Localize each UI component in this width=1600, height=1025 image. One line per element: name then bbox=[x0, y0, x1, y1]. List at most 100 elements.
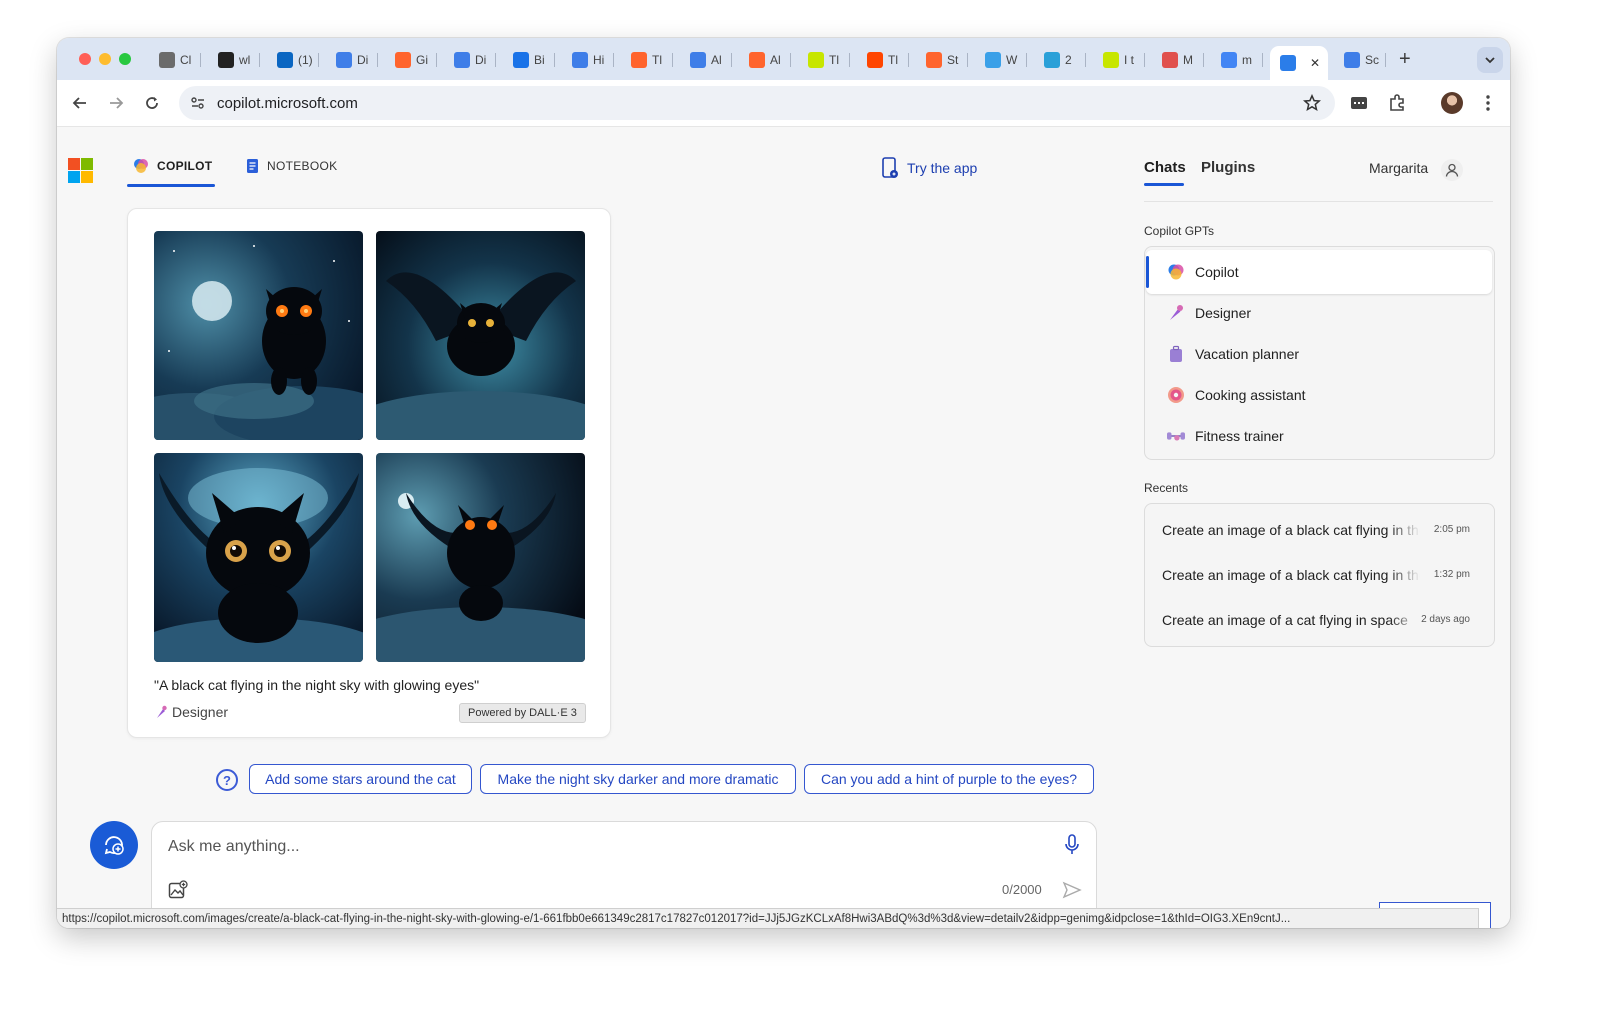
help-icon[interactable]: ? bbox=[216, 769, 238, 791]
profile-avatar[interactable] bbox=[1441, 92, 1463, 114]
suggestion-chip-1[interactable]: Add some stars around the cat bbox=[249, 764, 472, 794]
recent-chat-item[interactable]: Create an image of a black cat flying in… bbox=[1162, 522, 1476, 542]
user-account-button[interactable] bbox=[1441, 159, 1463, 181]
chat-input[interactable] bbox=[166, 832, 1030, 862]
bookmark-star-icon[interactable] bbox=[1303, 94, 1321, 112]
browser-tab[interactable]: Al bbox=[739, 46, 791, 74]
try-the-app-link[interactable]: Try the app bbox=[881, 157, 977, 179]
browser-tab[interactable]: wl bbox=[208, 46, 260, 74]
browser-tab[interactable]: Di bbox=[326, 46, 378, 74]
recent-chat-time: 2 days ago bbox=[1421, 614, 1470, 625]
image-prompt-caption: "A black cat flying in the night sky wit… bbox=[154, 677, 480, 693]
generated-image-2[interactable] bbox=[376, 231, 585, 440]
browser-tab[interactable]: W bbox=[975, 46, 1027, 74]
recent-chat-item[interactable]: Create an image of a black cat flying in… bbox=[1162, 567, 1476, 587]
browser-tab-title: Di bbox=[357, 53, 369, 67]
browser-tab[interactable]: M bbox=[1152, 46, 1204, 74]
orange-square-icon bbox=[867, 52, 883, 68]
designer-label: Designer bbox=[172, 704, 229, 720]
browser-tab[interactable]: m bbox=[1211, 46, 1263, 74]
browser-tab[interactable]: Tl bbox=[857, 46, 909, 74]
notebook-icon bbox=[247, 159, 258, 173]
browser-tab-title: St bbox=[947, 53, 959, 67]
recents-list: Create an image of a black cat flying in… bbox=[1144, 503, 1495, 647]
generated-image-3[interactable] bbox=[154, 453, 363, 662]
docs-icon bbox=[336, 52, 352, 68]
browser-tab-title: Bi bbox=[534, 53, 545, 67]
arrow-left-icon bbox=[72, 97, 86, 109]
browser-menu-button[interactable] bbox=[1481, 92, 1495, 114]
chatgpt-icon bbox=[159, 52, 175, 68]
forward-button[interactable] bbox=[103, 90, 129, 116]
browser-tab[interactable]: I t bbox=[1093, 46, 1145, 74]
suggestion-chip-3[interactable]: Can you add a hint of purple to the eyes… bbox=[804, 764, 1094, 794]
tab-separator bbox=[554, 53, 555, 67]
extensions-button[interactable] bbox=[1387, 93, 1407, 113]
microphone-icon[interactable] bbox=[1064, 834, 1080, 856]
browser-tab-title: Cl bbox=[180, 53, 192, 67]
browser-tab[interactable]: Cl bbox=[149, 46, 201, 74]
browser-tab[interactable]: Al bbox=[680, 46, 732, 74]
browser-tab[interactable]: 2 bbox=[1034, 46, 1086, 74]
browser-tab[interactable]: Di bbox=[444, 46, 496, 74]
sidebar-divider bbox=[1144, 201, 1493, 202]
tab-separator bbox=[731, 53, 732, 67]
zoom-window-button[interactable] bbox=[119, 53, 131, 65]
status-bar-url: https://copilot.microsoft.com/images/cre… bbox=[57, 908, 1479, 928]
back-button[interactable] bbox=[67, 90, 93, 116]
send-icon[interactable] bbox=[1062, 880, 1082, 900]
browser-tab-title: Di bbox=[475, 53, 487, 67]
generated-image-1[interactable] bbox=[154, 231, 363, 440]
tab-copilot[interactable]: COPILOT bbox=[133, 158, 212, 174]
browser-tab[interactable]: Gi bbox=[385, 46, 437, 74]
telegram-icon bbox=[1044, 52, 1060, 68]
copilot-icon bbox=[1280, 55, 1296, 71]
tab-separator bbox=[1144, 53, 1145, 67]
tab-notebook[interactable]: NOTEBOOK bbox=[246, 158, 337, 174]
gpt-item-copilot[interactable]: Copilot bbox=[1146, 250, 1492, 294]
tab-plugins[interactable]: Plugins bbox=[1201, 159, 1255, 176]
minimize-window-button[interactable] bbox=[99, 53, 111, 65]
gpt-item-vacation-planner[interactable]: Vacation planner bbox=[1146, 332, 1492, 376]
gpt-item-label: Cooking assistant bbox=[1195, 387, 1306, 403]
try-the-app-label: Try the app bbox=[907, 160, 978, 176]
designer-icon bbox=[157, 705, 167, 718]
browser-tab[interactable]: Hi bbox=[562, 46, 614, 74]
browser-tab[interactable]: St bbox=[916, 46, 968, 74]
browser-tab-title: Al bbox=[770, 53, 781, 67]
tab-separator bbox=[495, 53, 496, 67]
new-tab-button[interactable]: + bbox=[1399, 48, 1411, 71]
browser-tab-title: Sc bbox=[1365, 53, 1380, 67]
browser-tab[interactable]: Tl bbox=[798, 46, 850, 74]
gpt-item-designer[interactable]: Designer bbox=[1146, 291, 1492, 335]
microsoft-logo[interactable] bbox=[68, 158, 93, 183]
new-topic-button[interactable] bbox=[90, 821, 138, 869]
gpt-item-fitness-trainer[interactable]: Fitness trainer bbox=[1146, 414, 1492, 458]
browser-tab[interactable]: (1) bbox=[267, 46, 319, 74]
gpt-item-cooking-assistant[interactable]: Cooking assistant bbox=[1146, 373, 1492, 417]
url-text[interactable]: copilot.microsoft.com bbox=[217, 95, 358, 112]
browser-tab[interactable]: Tl bbox=[621, 46, 673, 74]
suggestion-chip-2[interactable]: Make the night sky darker and more drama… bbox=[480, 764, 796, 794]
browser-tab[interactable]: Bi bbox=[503, 46, 555, 74]
user-name[interactable]: Margarita bbox=[1369, 160, 1428, 176]
browser-tab-title: Tl bbox=[888, 53, 898, 67]
tab-notebook-label: NOTEBOOK bbox=[267, 159, 338, 173]
browser-tab[interactable]: ✕ bbox=[1270, 46, 1328, 80]
browser-tab[interactable]: Sc bbox=[1334, 46, 1386, 74]
add-image-icon[interactable] bbox=[168, 880, 188, 900]
address-bar[interactable]: copilot.microsoft.com bbox=[179, 86, 1335, 120]
tab-search-button[interactable] bbox=[1477, 47, 1503, 73]
semrush-icon bbox=[631, 52, 647, 68]
close-tab-icon[interactable]: ✕ bbox=[1310, 56, 1320, 70]
generated-image-4[interactable] bbox=[376, 453, 585, 662]
designer-attribution[interactable]: Designer bbox=[154, 704, 228, 720]
reload-button[interactable] bbox=[139, 90, 165, 116]
close-window-button[interactable] bbox=[79, 53, 91, 65]
google-icon bbox=[1221, 52, 1237, 68]
active-tab-indicator bbox=[127, 184, 215, 187]
site-settings-icon[interactable] bbox=[191, 96, 205, 110]
extension-button[interactable] bbox=[1349, 93, 1369, 113]
recent-chat-item[interactable]: Create an image of a cat flying in space… bbox=[1162, 612, 1476, 632]
tab-chats[interactable]: Chats bbox=[1144, 159, 1186, 176]
